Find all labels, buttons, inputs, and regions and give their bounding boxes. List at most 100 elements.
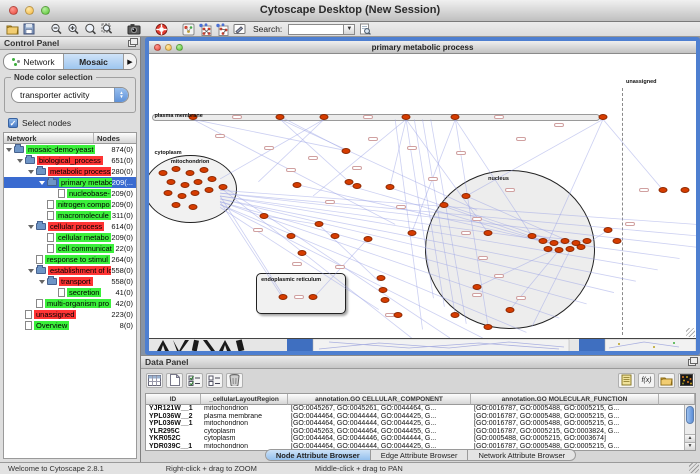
graph-node[interactable]: [560, 238, 569, 244]
tab-mosaic[interactable]: Mosaic: [64, 54, 123, 69]
expand-triangle-icon[interactable]: [39, 181, 45, 185]
graph-node[interactable]: [298, 250, 307, 256]
tree-col-nodes[interactable]: Nodes: [94, 133, 136, 143]
graph-node[interactable]: [276, 114, 285, 120]
graph-node[interactable]: [599, 114, 608, 120]
table-column-header[interactable]: _cellularLayoutRegion: [201, 394, 288, 405]
tree-row[interactable]: metabolic process280(0): [4, 166, 136, 177]
select-all-attributes-icon[interactable]: [186, 373, 203, 388]
graph-node[interactable]: [166, 179, 175, 185]
table-row[interactable]: YLR295Ccytoplasm[GO:0045263, GO:0044464,…: [146, 428, 695, 436]
graph-node[interactable]: [207, 176, 216, 182]
tree-row[interactable]: macromolecule311(0): [4, 210, 136, 221]
tree-col-network[interactable]: Network: [4, 133, 94, 143]
advanced-search-icon[interactable]: [358, 23, 372, 36]
new-attribute-icon[interactable]: [166, 373, 183, 388]
graph-node[interactable]: [172, 166, 181, 172]
tab-network-attribute-browser[interactable]: Network Attribute Browser: [468, 450, 575, 460]
window-resize-grip[interactable]: [689, 463, 699, 473]
save-session-icon[interactable]: [22, 23, 36, 36]
search-dropdown-icon[interactable]: ▼: [343, 24, 355, 35]
zoom-selected-icon[interactable]: [100, 23, 114, 36]
graph-node[interactable]: [544, 246, 553, 252]
frame-resize-grip[interactable]: [686, 328, 695, 337]
graph-node[interactable]: [379, 287, 388, 293]
graph-node[interactable]: [577, 244, 586, 250]
graph-node[interactable]: [506, 307, 515, 313]
scroll-up-icon[interactable]: ▲: [685, 434, 695, 442]
graph-node[interactable]: [407, 230, 416, 236]
graph-node[interactable]: [309, 294, 318, 300]
layout-2-icon[interactable]: [215, 23, 229, 36]
graph-node[interactable]: [604, 227, 613, 233]
tree-row[interactable]: biological_process651(0): [4, 155, 136, 166]
network-frame-titlebar[interactable]: primary metabolic process: [149, 41, 696, 54]
expand-triangle-icon[interactable]: [17, 159, 23, 163]
graph-node[interactable]: [440, 202, 449, 208]
graph-node[interactable]: [484, 230, 493, 236]
network-view-frame[interactable]: primary metabolic process plasma membran…: [145, 37, 700, 355]
table-column-header[interactable]: ID: [146, 394, 201, 405]
graph-node[interactable]: [287, 233, 296, 239]
layout-1-icon[interactable]: [198, 23, 212, 36]
node-color-dropdown[interactable]: transporter activity ▲▼: [11, 87, 129, 103]
tree-row[interactable]: mosaic-demo-yeast874(0): [4, 144, 136, 155]
float-data-panel-icon[interactable]: [688, 359, 696, 366]
graph-node[interactable]: [538, 238, 547, 244]
graph-node[interactable]: [341, 148, 350, 154]
zoom-fit-icon[interactable]: [83, 23, 97, 36]
tab-edge-attribute-browser[interactable]: Edge Attribute Browser: [371, 450, 469, 460]
table-column-header[interactable]: annotation.GO CELLULAR_COMPONENT: [288, 394, 471, 405]
vizmapper-icon[interactable]: [181, 23, 195, 36]
graph-node[interactable]: [279, 294, 288, 300]
graph-node[interactable]: [188, 204, 197, 210]
tree-row[interactable]: secretion41(0): [4, 287, 136, 298]
graph-node[interactable]: [377, 275, 386, 281]
graph-node[interactable]: [582, 238, 591, 244]
snapshot-icon[interactable]: [127, 23, 141, 36]
graph-node[interactable]: [473, 284, 482, 290]
graph-node[interactable]: [555, 247, 564, 253]
graph-node[interactable]: [681, 187, 690, 193]
tree-row[interactable]: unassigned223(0): [4, 309, 136, 320]
graph-node[interactable]: [191, 190, 200, 196]
tab-network[interactable]: Network: [4, 54, 63, 69]
open-file-icon[interactable]: [5, 23, 19, 36]
tree-row[interactable]: multi-organism pro42(0): [4, 298, 136, 309]
graph-node[interactable]: [451, 312, 460, 318]
tab-node-attribute-browser[interactable]: Node Attribute Browser: [266, 450, 371, 460]
graph-node[interactable]: [180, 182, 189, 188]
tree-row[interactable]: transport558(0): [4, 276, 136, 287]
tree-row[interactable]: nitrogen compo209(0): [4, 199, 136, 210]
unselect-all-attributes-icon[interactable]: [206, 373, 223, 388]
select-nodes-checkbox[interactable]: ✓: [8, 118, 18, 128]
tree-row[interactable]: response to stimul264(0): [4, 254, 136, 265]
table-column-header[interactable]: annotation.GO MOLECULAR_FUNCTION: [471, 394, 659, 405]
table-row[interactable]: YPL036W__2plasma membrane[GO:0044464, GO…: [146, 413, 695, 421]
graph-node[interactable]: [659, 187, 668, 193]
graph-node[interactable]: [549, 240, 558, 246]
delete-attribute-icon[interactable]: [226, 373, 243, 388]
zoom-in-icon[interactable]: [66, 23, 80, 36]
graph-node[interactable]: [451, 114, 460, 120]
expand-triangle-icon[interactable]: [28, 269, 34, 273]
graph-node[interactable]: [484, 324, 493, 330]
graph-node[interactable]: [462, 193, 471, 199]
graph-node[interactable]: [566, 246, 575, 252]
graph-node[interactable]: [385, 184, 394, 190]
attribute-editor-icon[interactable]: [618, 373, 635, 388]
graph-node[interactable]: [164, 190, 173, 196]
graph-node[interactable]: [292, 182, 301, 188]
graph-node[interactable]: [330, 233, 339, 239]
graph-node[interactable]: [172, 202, 181, 208]
graph-node[interactable]: [259, 213, 268, 219]
table-row[interactable]: YKR052Ccytoplasm[GO:0044464, GO:0044446,…: [146, 435, 695, 443]
graph-node[interactable]: [199, 167, 208, 173]
tree-row[interactable]: nucleobase-209(0): [4, 188, 136, 199]
search-input[interactable]: [288, 24, 343, 35]
graph-node[interactable]: [363, 236, 372, 242]
expand-triangle-icon[interactable]: [28, 225, 34, 229]
select-attributes-icon[interactable]: [146, 373, 163, 388]
graph-node[interactable]: [352, 183, 361, 189]
expand-triangle-icon[interactable]: [6, 148, 12, 152]
